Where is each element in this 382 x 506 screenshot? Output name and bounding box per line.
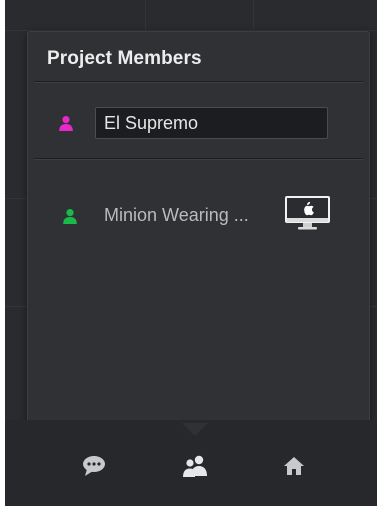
people-icon[interactable] <box>180 455 210 477</box>
member-name: Minion Wearing ... <box>104 205 249 225</box>
divider <box>34 81 363 83</box>
popover-arrow <box>182 423 208 436</box>
mac-desktop-icon <box>285 196 330 230</box>
person-icon <box>63 209 77 224</box>
project-members-popover: Project Members Minion Wearing ... <box>27 31 370 426</box>
home-icon[interactable] <box>283 455 305 477</box>
popover-title: Project Members <box>47 48 202 69</box>
divider <box>34 158 363 160</box>
member-name-input[interactable] <box>95 107 328 139</box>
person-icon <box>59 116 73 131</box>
app-window: Project Members Minion Wearing ... <box>5 0 377 506</box>
chat-bubble-icon[interactable] <box>81 455 107 477</box>
